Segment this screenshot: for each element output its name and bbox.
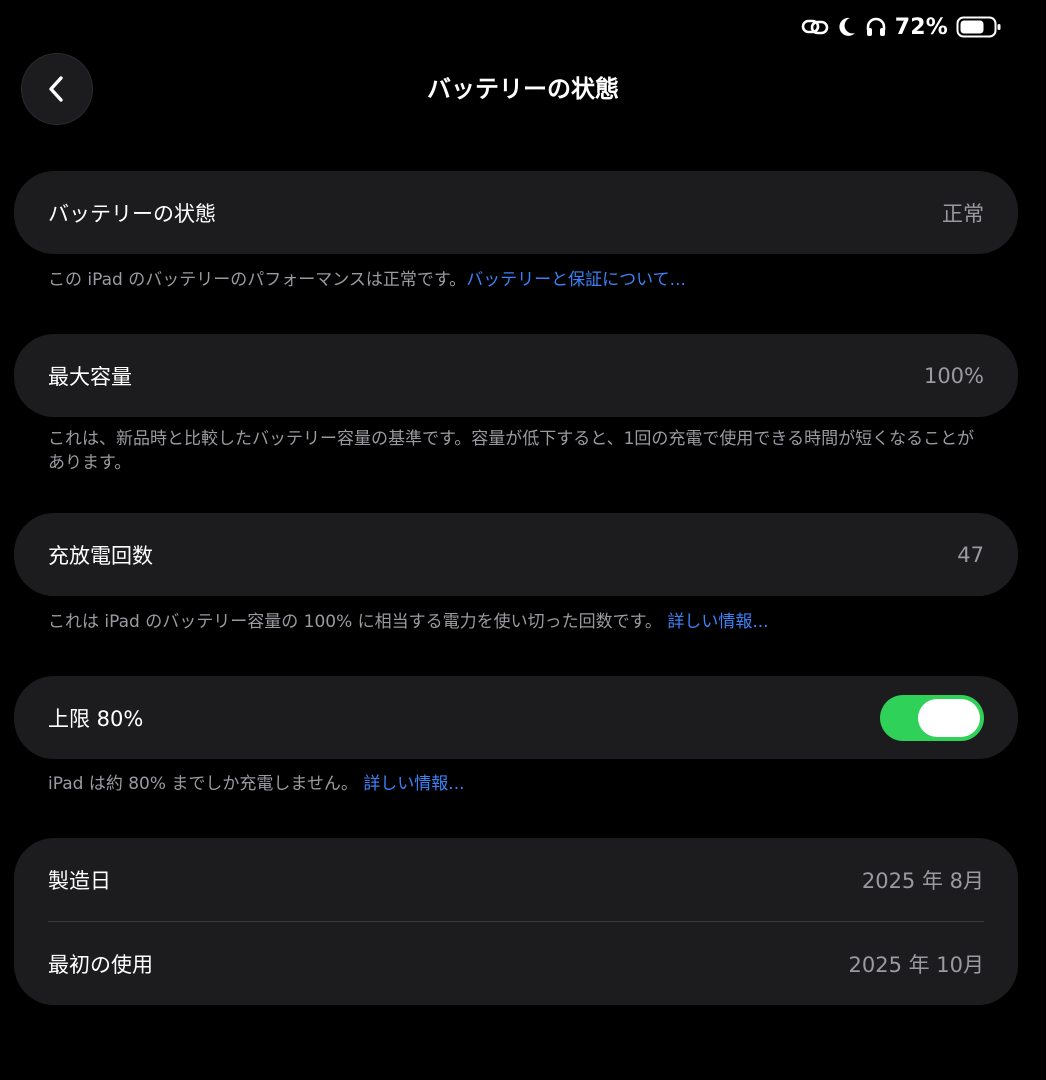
- limit-80-card: 上限 80%: [14, 676, 1018, 759]
- battery-warranty-link[interactable]: バッテリーと保証について...: [466, 270, 686, 290]
- moon-icon: [837, 16, 857, 38]
- first-use-value: 2025 年 10月: [848, 952, 984, 977]
- status-bar: 72%: [801, 12, 1002, 42]
- battery-icon: [956, 15, 1002, 39]
- first-use-label: 最初の使用: [48, 952, 153, 977]
- cycle-count-label: 充放電回数: [48, 543, 153, 568]
- max-capacity-value: 100%: [923, 363, 984, 388]
- dates-card: 製造日 2025 年 8月 最初の使用 2025 年 10月: [14, 838, 1018, 1005]
- max-capacity-label: 最大容量: [48, 364, 132, 389]
- link-icon: [801, 16, 829, 38]
- toggle-knob: [918, 698, 980, 737]
- limit-80-note-text: iPad は約 80% までしか充電しません。: [48, 774, 358, 794]
- limit-80-note: iPad は約 80% までしか充電しません。 詳しい情報...: [48, 772, 978, 796]
- limit-80-row: 上限 80%: [14, 676, 1018, 759]
- cycle-count-card: 充放電回数 47: [14, 513, 1018, 596]
- manufacture-date-label: 製造日: [48, 868, 111, 893]
- limit-80-label: 上限 80%: [48, 706, 144, 731]
- cycle-count-note: これは iPad のバッテリー容量の 100% に相当する電力を使い切った回数で…: [48, 610, 978, 634]
- battery-health-row: バッテリーの状態 正常: [14, 171, 1018, 254]
- limit-80-learn-more-link[interactable]: 詳しい情報...: [363, 774, 464, 794]
- battery-percentage: 72%: [894, 14, 948, 40]
- battery-health-note: この iPad のバッテリーのパフォーマンスは正常です。バッテリーと保証について…: [48, 268, 978, 292]
- max-capacity-card: 最大容量 100%: [14, 334, 1018, 417]
- max-capacity-row: 最大容量 100%: [14, 334, 1018, 417]
- limit-80-toggle[interactable]: [880, 694, 984, 741]
- first-use-row: 最初の使用 2025 年 10月: [14, 922, 1018, 1005]
- cycle-count-note-text: これは iPad のバッテリー容量の 100% に相当する電力を使い切った回数で…: [48, 612, 662, 632]
- battery-health-card: バッテリーの状態 正常: [14, 171, 1018, 254]
- manufacture-date-row: 製造日 2025 年 8月: [14, 838, 1018, 921]
- battery-health-label: バッテリーの状態: [48, 201, 216, 226]
- page-title: バッテリーの状態: [427, 75, 619, 103]
- manufacture-date-value: 2025 年 8月: [861, 868, 984, 893]
- cycle-count-learn-more-link[interactable]: 詳しい情報...: [667, 612, 768, 632]
- headphones-icon: [865, 16, 887, 38]
- battery-health-note-text: この iPad のバッテリーのパフォーマンスは正常です。: [48, 270, 467, 290]
- cycle-count-value: 47: [957, 542, 984, 567]
- battery-health-value: 正常: [942, 201, 984, 226]
- cycle-count-row: 充放電回数 47: [14, 513, 1018, 596]
- max-capacity-note: これは、新品時と比較したバッテリー容量の基準です。容量が低下すると、1回の充電で…: [48, 429, 975, 473]
